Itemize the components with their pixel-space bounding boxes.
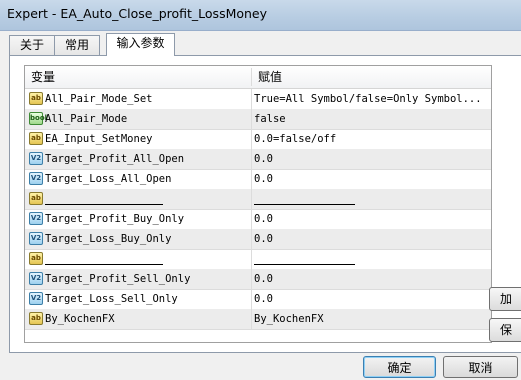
column-separator bbox=[251, 109, 252, 129]
column-separator bbox=[251, 209, 252, 229]
param-value[interactable] bbox=[254, 249, 488, 269]
double-type-icon: V2 bbox=[29, 272, 43, 285]
param-value[interactable]: True=All Symbol/false=Only Symbol... bbox=[254, 89, 488, 109]
column-separator bbox=[251, 189, 252, 209]
separator-line-name bbox=[45, 264, 163, 265]
param-value[interactable] bbox=[254, 189, 488, 209]
window-title: Expert - EA_Auto_Close_profit_LossMoney bbox=[7, 6, 268, 21]
column-separator bbox=[251, 229, 252, 249]
string-type-icon: ab bbox=[29, 132, 43, 145]
column-separator bbox=[251, 249, 252, 269]
double-type-icon: V2 bbox=[29, 152, 43, 165]
param-name: Target_Profit_Sell_Only bbox=[45, 273, 191, 285]
header-value[interactable]: 赋值 bbox=[258, 66, 282, 88]
string-type-icon: ab bbox=[29, 92, 43, 105]
column-separator bbox=[251, 289, 252, 309]
column-separator bbox=[251, 149, 252, 169]
param-name: Target_Loss_All_Open bbox=[45, 173, 172, 185]
column-separator bbox=[251, 269, 252, 289]
param-value[interactable]: 0.0 bbox=[254, 169, 488, 189]
double-type-icon: V2 bbox=[29, 172, 43, 185]
param-name: All_Pair_Mode_Set bbox=[45, 93, 153, 105]
bool-type-icon: bool bbox=[29, 112, 47, 125]
tab-inputs[interactable]: 输入参数 bbox=[106, 33, 175, 56]
param-value[interactable]: 0.0 bbox=[254, 229, 488, 249]
param-value[interactable]: 0.0 bbox=[254, 269, 488, 289]
separator-line-name bbox=[45, 204, 163, 205]
param-value[interactable]: false bbox=[254, 109, 488, 129]
title-bar: Expert - EA_Auto_Close_profit_LossMoney bbox=[0, 0, 521, 31]
header-variable[interactable]: 变量 bbox=[31, 66, 55, 88]
save-button[interactable]: 保 bbox=[489, 318, 521, 342]
param-row[interactable]: ab EA_Input_SetMoney 0.0=false/off bbox=[25, 129, 491, 150]
param-name: Target_Profit_All_Open bbox=[45, 153, 185, 165]
column-separator bbox=[251, 89, 252, 109]
param-value[interactable]: 0.0=false/off bbox=[254, 129, 488, 149]
tab-panel-inputs: 变量 赋值 ab All_Pair_Mode_Set True=All Symbol… bbox=[9, 55, 521, 353]
param-name: EA_Input_SetMoney bbox=[45, 133, 153, 145]
param-value[interactable]: 0.0 bbox=[254, 149, 488, 169]
inputs-grid: 变量 赋值 ab All_Pair_Mode_Set True=All Symbol… bbox=[24, 65, 492, 343]
param-row[interactable]: ab All_Pair_Mode_Set True=All Symbol/false… bbox=[25, 89, 491, 110]
header-separator bbox=[251, 68, 252, 86]
param-row[interactable]: V2 Target_Profit_All_Open 0.0 bbox=[25, 149, 491, 170]
string-type-icon: ab bbox=[29, 312, 43, 325]
add-button[interactable]: 加 bbox=[489, 287, 521, 311]
param-name: All_Pair_Mode bbox=[45, 113, 128, 125]
double-type-icon: V2 bbox=[29, 212, 43, 225]
param-value[interactable]: 0.0 bbox=[254, 289, 488, 309]
double-type-icon: V2 bbox=[29, 292, 43, 305]
tab-common[interactable]: 常用 bbox=[54, 35, 100, 55]
param-name: Target_Loss_Buy_Only bbox=[45, 233, 172, 245]
cancel-button[interactable]: 取消 bbox=[443, 356, 518, 378]
param-row[interactable]: ab bbox=[25, 249, 491, 270]
param-row[interactable]: V2 Target_Loss_Sell_Only 0.0 bbox=[25, 289, 491, 310]
separator-line-value bbox=[254, 264, 355, 265]
param-row[interactable]: V2 Target_Loss_All_Open 0.0 bbox=[25, 169, 491, 190]
param-value[interactable]: 0.0 bbox=[254, 209, 488, 229]
param-name: Target_Profit_Buy_Only bbox=[45, 213, 185, 225]
param-name: Target_Loss_Sell_Only bbox=[45, 293, 178, 305]
dialog-client: 关于 常用 输入参数 变量 赋值 ab All_Pair_Mode_Set True… bbox=[0, 31, 521, 380]
param-row[interactable]: bool All_Pair_Mode false bbox=[25, 109, 491, 130]
double-type-icon: V2 bbox=[29, 232, 43, 245]
tab-about[interactable]: 关于 bbox=[9, 35, 55, 55]
grid-header: 变量 赋值 bbox=[25, 66, 491, 89]
column-separator bbox=[251, 129, 252, 149]
ok-button[interactable]: 确定 bbox=[363, 356, 436, 378]
string-type-icon: ab bbox=[29, 192, 43, 205]
column-separator bbox=[251, 169, 252, 189]
separator-line-value bbox=[254, 204, 355, 205]
param-row[interactable]: ab bbox=[25, 189, 491, 210]
param-value[interactable]: By_KochenFX bbox=[254, 309, 488, 329]
column-separator bbox=[251, 309, 252, 329]
param-name: By_KochenFX bbox=[45, 313, 115, 325]
param-row[interactable]: V2 Target_Profit_Buy_Only 0.0 bbox=[25, 209, 491, 230]
param-row[interactable]: V2 Target_Loss_Buy_Only 0.0 bbox=[25, 229, 491, 250]
param-row[interactable]: V2 Target_Profit_Sell_Only 0.0 bbox=[25, 269, 491, 290]
string-type-icon: ab bbox=[29, 252, 43, 265]
param-row[interactable]: ab By_KochenFX By_KochenFX bbox=[25, 309, 491, 330]
